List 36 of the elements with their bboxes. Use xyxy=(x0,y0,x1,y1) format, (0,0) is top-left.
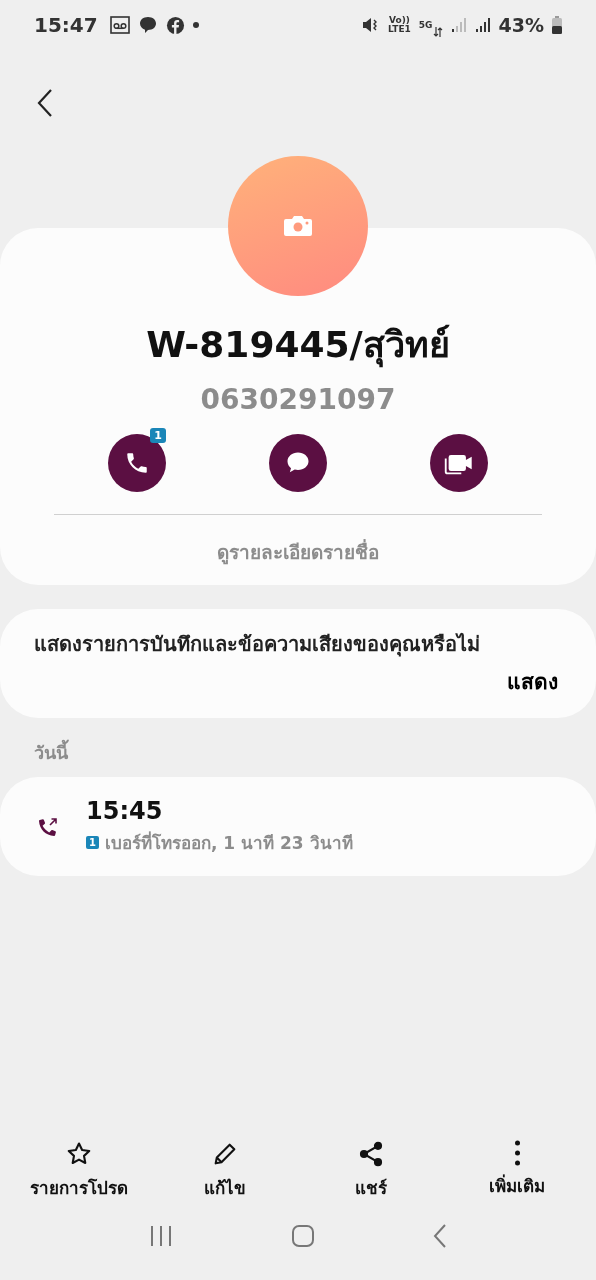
voicemail-icon xyxy=(109,16,130,34)
message-button[interactable] xyxy=(269,434,327,492)
battery-icon xyxy=(552,16,562,34)
share-icon xyxy=(357,1140,385,1168)
contact-name: W-819445/สุวิทย์ xyxy=(146,316,450,373)
chat-app-icon xyxy=(137,15,158,35)
call-time: 15:45 xyxy=(86,797,164,825)
status-time: 15:47 xyxy=(34,13,98,37)
dot-icon xyxy=(192,22,199,28)
call-log-item[interactable]: 15:45 1 เบอร์ที่โทรออก, 1 นาที 23 วินาที xyxy=(0,777,596,876)
signal-icon xyxy=(450,17,467,33)
phone-icon xyxy=(124,450,150,476)
data-arrows-icon xyxy=(432,27,443,37)
call-description: เบอร์ที่โทรออก, 1 นาที 23 วินาที xyxy=(104,830,353,855)
back-button[interactable] xyxy=(36,88,54,118)
recent-apps-button[interactable] xyxy=(149,1225,173,1247)
phone-number: 0630291097 xyxy=(200,383,396,416)
signal-icon xyxy=(474,17,491,33)
camera-icon xyxy=(283,214,313,238)
more-button[interactable]: เพิ่มเติม xyxy=(444,1139,590,1202)
sim-badge: 1 xyxy=(150,428,166,443)
network-label: 5G xyxy=(418,20,433,30)
share-button[interactable]: แชร์ xyxy=(298,1139,444,1202)
video-button[interactable] xyxy=(430,434,488,492)
volte-label: Vo)) LTE1 xyxy=(388,16,411,34)
social-app-icon xyxy=(165,15,185,35)
sim-badge: 1 xyxy=(86,836,99,849)
prompt-text: แสดงรายการบันทึกและข้อความเสียงของคุณหรือไม่ xyxy=(34,631,481,659)
section-header: วันนี้ xyxy=(0,718,596,777)
show-button[interactable]: แสดง xyxy=(507,665,558,698)
more-icon xyxy=(514,1140,520,1166)
battery-percent: 43% xyxy=(498,14,544,36)
back-nav-button[interactable] xyxy=(433,1224,447,1248)
edit-button[interactable]: แก้ไข xyxy=(152,1139,298,1202)
favorite-button[interactable]: รายการโปรด xyxy=(6,1139,152,1202)
home-button[interactable] xyxy=(291,1224,315,1248)
